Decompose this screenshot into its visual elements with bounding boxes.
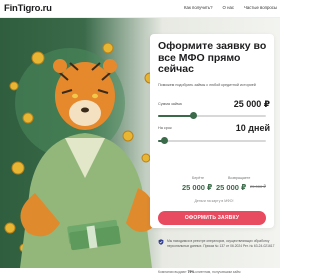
site-logo[interactable]: FinTigro.ru: [4, 3, 52, 15]
nav-item-about[interactable]: О нас: [223, 5, 234, 11]
term-slider[interactable]: [158, 136, 266, 146]
nav-item-how[interactable]: Как получить?: [184, 5, 212, 11]
site-header: FinTigro.ru Как получить? О нас Частые в…: [0, 0, 280, 18]
summary-return-old: 25 000 ₽: [250, 184, 266, 189]
legal-text: Мы находимся в реестре операторов, осуще…: [167, 239, 275, 248]
approval-rate-note: Компании выдают 79% клиентам, получившим…: [158, 270, 276, 275]
approval-rate-prefix: Компании выдают: [158, 270, 188, 274]
top-nav: Как получить? О нас Частые вопросы: [184, 5, 277, 11]
term-value: 10 дней: [235, 123, 270, 133]
loan-summary: Берёте 25 000 ₽ Возвращаете 25 000 ₽ 25 …: [158, 176, 270, 203]
form-subtitle: Поможем подобрать займы с любой кредитно…: [158, 83, 256, 87]
term-label: На срок: [158, 126, 172, 130]
loan-form-card: Оформите заявку во все МФО прямо сейчас …: [150, 34, 274, 228]
term-slider-track[interactable]: [158, 140, 266, 142]
term-slider-thumb[interactable]: [160, 137, 168, 144]
summary-return-label: Возвращаете: [228, 176, 251, 180]
nav-item-faq[interactable]: Частые вопросы: [244, 5, 277, 11]
summary-return-value: 25 000 ₽: [216, 183, 247, 192]
amount-value: 25 000 ₽: [233, 99, 270, 109]
form-title: Оформите заявку во все МФО прямо сейчас: [158, 40, 267, 75]
approval-rate-suffix: клиентам, получившим займ: [194, 270, 241, 274]
summary-take-label: Берёте: [192, 176, 204, 180]
amount-label: Сумма займа: [158, 102, 182, 106]
amount-slider-thumb[interactable]: [190, 112, 198, 119]
summary-note: Деньги на карту в МФО!: [194, 199, 234, 203]
submit-application-button[interactable]: ОФОРМИТЬ ЗАЯВКУ: [158, 211, 266, 225]
amount-slider-fill: [158, 115, 194, 117]
shield-icon: [158, 239, 164, 245]
tiger-illustration: [4, 42, 156, 268]
summary-take-value: 25 000 ₽: [182, 183, 213, 192]
amount-slider[interactable]: [158, 111, 266, 121]
